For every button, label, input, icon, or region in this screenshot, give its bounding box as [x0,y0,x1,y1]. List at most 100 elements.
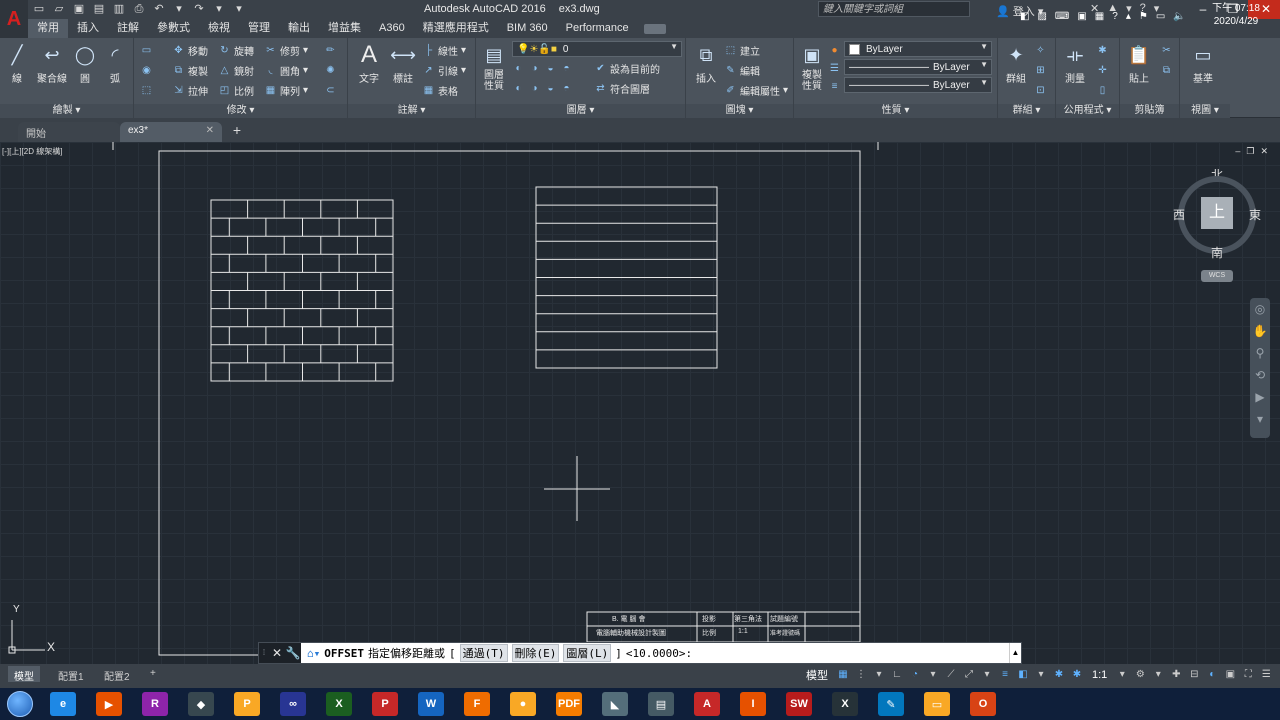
drawing-canvas[interactable]: [-][上][2D 線架構] – ❐ ✕ B. 電 腦 會 投影 第三角法 試題… [0,142,1280,664]
command-input[interactable]: ⌂▾ OFFSET 指定偏移距離或 [ 通過(T) 刪除(E) 圖層(L) ] … [301,643,1009,663]
groups-panel-title[interactable]: 群組 ▾ [998,104,1055,118]
taskbar-app-app-eng[interactable]: ▤ [638,688,684,720]
table-tool[interactable]: ▦ 表格 [422,82,458,98]
cut-tool[interactable]: ✂ [1160,42,1173,58]
pan-icon[interactable]: ✋ [1250,320,1270,342]
taskbar-app-inventor-i[interactable]: I [730,688,776,720]
make-current-tool[interactable]: ✔ 設為目前的 [594,60,660,76]
scale-dropdown-icon[interactable]: ▾ [1115,668,1129,682]
taskbar-app-paint[interactable]: ✎ [868,688,914,720]
ribbon-tab-4[interactable]: 檢視 [199,19,239,38]
offset-tool[interactable]: ⊂ [324,82,337,98]
match-properties-tool[interactable]: ▣ 複製 性質 [798,42,826,93]
viewcube-west[interactable]: 西 [1173,206,1185,223]
line-tool[interactable]: ╱ 線 [4,42,30,86]
calculator-tool[interactable]: ▯ [1096,82,1109,98]
color-dropdown[interactable]: ByLayer ▼ [844,41,992,57]
zoom-icon[interactable]: ⚲ [1250,342,1270,364]
option-through[interactable]: 通過(T) [459,644,508,662]
match-layer-tool[interactable]: ⇄ 符合圖層 [594,80,650,96]
show-hidden-icons-icon[interactable]: ▴ [1126,11,1131,22]
ribbon-tab-3[interactable]: 參數式 [148,19,199,38]
selection-cycling-icon[interactable]: ▾ [1034,668,1048,682]
help-tray-icon[interactable]: ? [1112,11,1118,22]
erase-tool[interactable]: ✏ [324,42,337,58]
customize-qat-icon[interactable]: ▾ [232,2,246,16]
layer-properties-tool[interactable]: ▤ 圖層 性質 [480,42,508,93]
polar-dropdown-icon[interactable]: ▾ [926,668,940,682]
undo-icon[interactable]: ↶ [152,2,166,16]
base-view-tool[interactable]: ▭ 基準 [1188,42,1218,86]
plot-icon[interactable]: ▥ [112,2,126,16]
taskbar-app-chrome[interactable]: ● [500,688,546,720]
option-layer[interactable]: 圖層(L) [563,644,612,662]
layers-panel-title[interactable]: 圖層 ▾ [476,104,685,118]
viewcube-top-face[interactable]: 上 [1201,197,1233,229]
paste-tool[interactable]: 📋 貼上 [1124,42,1154,86]
copy-clip-tool[interactable]: ⧉ [1160,62,1173,78]
redo-dropdown-icon[interactable]: ▾ [212,2,226,16]
taskbar-app-x9[interactable]: X [822,688,868,720]
boundary-tool[interactable]: ⬚ [140,82,153,98]
taskbar-app-solidworks[interactable]: SW [776,688,822,720]
layer-dropdown[interactable]: 💡☀🔓■ 0 ▼ [512,41,682,57]
search-input[interactable] [818,1,970,17]
edit-block-tool[interactable]: ✎ 編輯 [724,62,760,78]
move-tool[interactable]: ✥ 移動 [172,42,208,58]
ribbon-minimize-toggle[interactable] [643,23,666,34]
tab-ex3[interactable]: ex3* ✕ [120,122,222,142]
text-tool[interactable]: A 文字 [354,41,384,85]
taskbar-app-inkscape[interactable]: ◆ [178,688,224,720]
ribbon-tab-8[interactable]: A360 [370,19,414,38]
utilities-panel-title[interactable]: 公用程式 ▾ [1056,104,1119,118]
lineweight-dropdown[interactable]: ———————— ByLayer ▼ [844,77,992,93]
option-erase[interactable]: 刪除(E) [511,644,560,662]
snap-icon[interactable]: ⋮ [854,668,868,682]
orbit-icon[interactable]: ⟲ [1250,364,1270,386]
tab-start[interactable]: 開始 [18,122,120,142]
stretch-tool[interactable]: ⇲ 拉伸 [172,82,208,98]
system-clock[interactable]: 下午 07:18 2020/4/29 [1208,2,1264,28]
object-snap-tracking-icon[interactable]: ⤢ [962,668,976,682]
ribbon-tab-9[interactable]: 精選應用程式 [414,19,498,38]
mirror-tool[interactable]: △ 鏡射 [218,62,254,78]
measure-tool[interactable]: ⟛ 測量 [1060,42,1090,86]
annotation-scale[interactable]: 1:1 [1092,669,1107,681]
save-icon[interactable]: ▣ [72,2,86,16]
auto-scale-icon[interactable]: ✱ [1070,668,1084,682]
annotation-monitor-icon[interactable]: ✚ [1169,668,1183,682]
network-icon[interactable]: ▭ [1156,11,1165,22]
taskbar-app-excel[interactable]: X [316,688,362,720]
navbar-menu-icon[interactable]: ▾ [1250,408,1270,430]
ribbon-tab-0[interactable]: 常用 [28,19,68,38]
linear-dim-tool[interactable]: ├ 線性 ▾ [422,42,466,58]
trim-tool[interactable]: ✂ 修剪 ▾ [264,42,308,58]
lineweight-toggle-icon[interactable]: ≡ [998,668,1012,682]
copy-tool[interactable]: ⧉ 複製 [172,62,208,78]
workspace-gear-icon[interactable]: ⚙ [1133,668,1147,682]
grid-icon[interactable]: ▦ [836,668,850,682]
taskbar-app-player[interactable]: P [224,688,270,720]
taskbar-app-office[interactable]: O [960,688,1006,720]
polar-icon[interactable]: ◔ [908,668,922,682]
array-tool[interactable]: ▦ 陣列 ▾ [264,82,308,98]
viewcube-east[interactable]: 東 [1249,206,1261,223]
units-icon[interactable]: ⊟ [1187,668,1201,682]
circle-tool[interactable]: ◯ 圓 [72,42,98,86]
hatch-visibility-tool[interactable]: ◉ [140,62,153,78]
model-space-toggle[interactable]: 模型 [806,667,828,683]
layer-tools-row2[interactable]: ◐ ◑ ◒ ◓ [512,80,573,96]
taskbar-app-autocad[interactable]: A [684,688,730,720]
clean-screen-icon[interactable]: ⛶ [1241,668,1255,682]
viewcube-south[interactable]: 南 [1211,244,1223,261]
ribbon-tab-6[interactable]: 輸出 [279,19,319,38]
isolate-objects-icon[interactable]: ◐ [1205,668,1219,682]
properties-panel-title[interactable]: 性質 ▾ [794,104,997,118]
tray-app-icon-2[interactable]: ▨ [1037,11,1046,22]
layout-tab-layout1[interactable]: 配置1 [52,666,90,683]
app-menu-button[interactable]: A [0,0,28,38]
tray-app-icon-3[interactable]: ⌨ [1055,11,1069,22]
open-file-icon[interactable]: ▱ [52,2,66,16]
modify-panel-title[interactable]: 修改 ▾ [134,104,347,118]
tray-app-icon-5[interactable]: ▦ [1095,11,1104,22]
